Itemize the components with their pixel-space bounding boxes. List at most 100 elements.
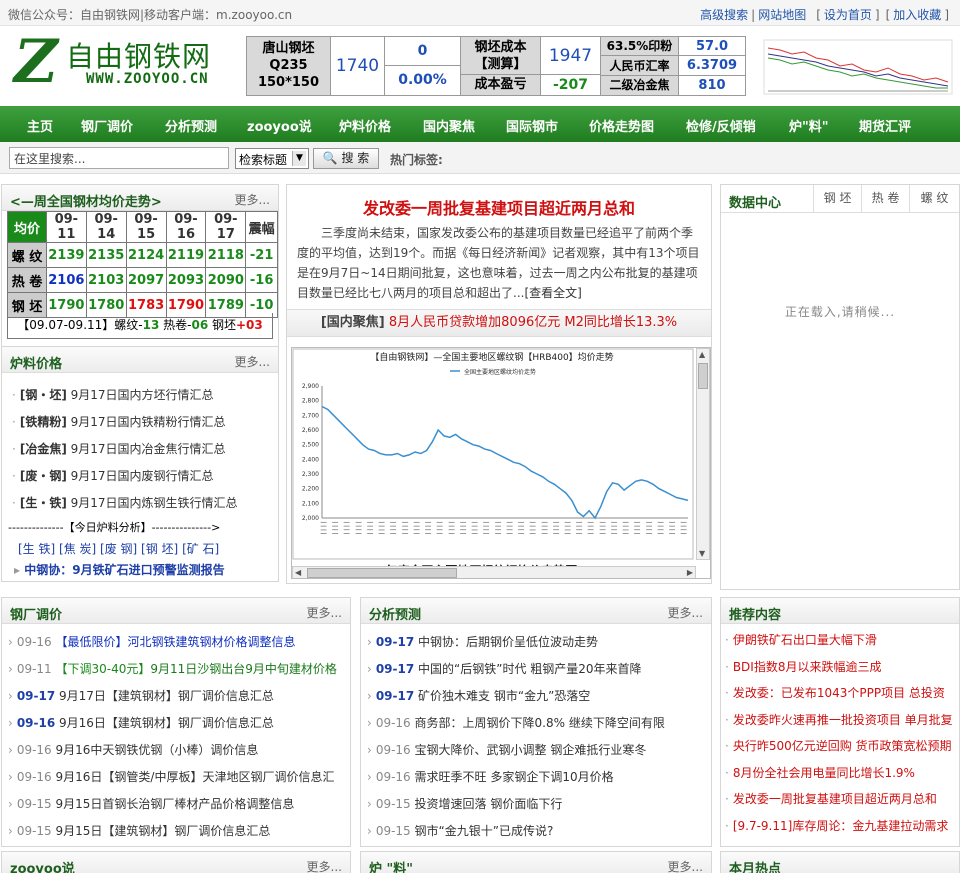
nav-futures[interactable]: 期货汇评 bbox=[859, 116, 911, 135]
list-item[interactable]: › 09-17 中钢协：后期钢价呈低位波动走势 bbox=[367, 633, 598, 650]
item-date: 09-15 bbox=[16, 824, 52, 838]
list-item[interactable]: · [废・钢] 9月17日国内废钢行情汇总 bbox=[12, 467, 214, 484]
item-date: 09-17 bbox=[375, 689, 415, 703]
item-text: 中国的“后钢铁”时代 粗钢产量20年来首降 bbox=[418, 662, 642, 676]
avg-price-title: <—周全国钢材均价走势> bbox=[10, 195, 162, 210]
add-favorite-link[interactable]: 加入收藏 bbox=[893, 8, 941, 22]
item-date: 09-17 bbox=[375, 662, 415, 676]
cat-coke[interactable]: [焦 炭] bbox=[59, 542, 96, 556]
list-item[interactable]: › 09-16 需求旺季不旺 多家钢企下调10月价格 bbox=[367, 768, 614, 785]
list-item[interactable]: › 09-17 9月17日【建筑钢材】钢厂调价信息汇总 bbox=[8, 687, 346, 704]
list-item[interactable]: › 09-15 9月15日首钢长治钢厂棒材产品价格调整信息 bbox=[8, 795, 346, 812]
list-item[interactable]: › 09-16 9月16中天钢铁优钢（小棒）调价信息 bbox=[8, 741, 346, 758]
avg-price-more-link[interactable]: 更多... bbox=[235, 191, 270, 208]
list-item[interactable]: › 09-16 商务部：上周钢价下降0.8% 继续下降空间有限 bbox=[367, 714, 665, 731]
x-tick-mark: ▏▏▏▏ bbox=[448, 522, 455, 537]
logo-cn-text: 自由钢铁网 bbox=[66, 40, 212, 73]
cat-scrap[interactable]: [废 钢] bbox=[100, 542, 137, 556]
search-input[interactable] bbox=[9, 147, 229, 169]
scroll-down-icon[interactable]: ▼ bbox=[699, 549, 705, 558]
list-item[interactable]: · [铁精粉] 9月17日国内铁精粉行情汇总 bbox=[12, 413, 226, 430]
nav-forecast[interactable]: 分析预测 bbox=[165, 116, 217, 135]
cat-billet[interactable]: [钢 坯] bbox=[141, 542, 178, 556]
y-tick-label: 2,000 bbox=[302, 515, 319, 522]
list-item[interactable]: · 发改委：已发布1043个PPP项目 总投资 bbox=[725, 684, 945, 701]
item-date: 09-16 bbox=[16, 716, 56, 730]
table-header-cell: 09-11 bbox=[45, 211, 87, 243]
list-item[interactable]: · 央行昨500亿元逆回购 货币政策宽松预期 bbox=[725, 737, 952, 754]
scroll-left-icon[interactable]: ◀ bbox=[295, 568, 301, 577]
recommend-title: 推荐内容 bbox=[729, 608, 782, 623]
ore-report-link[interactable]: ▸ 中钢协：9月铁矿石进口预警监测报告 bbox=[14, 561, 225, 578]
search-button[interactable]: 🔍 搜 索 bbox=[313, 148, 379, 169]
furnace-more-link[interactable]: 更多... bbox=[235, 353, 270, 370]
mill-more-link[interactable]: 更多... bbox=[307, 604, 342, 621]
set-homepage-link[interactable]: 设为首页 bbox=[824, 8, 872, 22]
scroll-thumb-h[interactable] bbox=[307, 568, 457, 578]
tab-rebar[interactable]: 螺 纹 bbox=[909, 185, 959, 212]
scroll-thumb[interactable] bbox=[698, 363, 708, 389]
cat-pig-iron[interactable]: [生 铁] bbox=[18, 542, 55, 556]
list-item[interactable]: · 8月份全社会用电量同比增长1.9% bbox=[725, 764, 915, 781]
list-item[interactable]: · [钢・坯] 9月17日国内方坯行情汇总 bbox=[12, 386, 214, 403]
list-item[interactable]: · 伊朗铁矿石出口量大幅下滑 bbox=[725, 631, 877, 648]
chart-vertical-scrollbar[interactable]: ▲ ▼ bbox=[696, 348, 710, 560]
list-item[interactable]: › 09-16 宝钢大降价、武钢小调整 钢企难抵行业寒冬 bbox=[367, 741, 646, 758]
scroll-right-icon[interactable]: ▶ bbox=[687, 568, 693, 577]
nav-furnace-material[interactable]: 炉"料" bbox=[789, 116, 829, 135]
search-scope-select[interactable]: 检索标题 ▼ bbox=[235, 148, 309, 169]
cost-label: 钢坯成本 【测算】 bbox=[461, 37, 541, 75]
list-item[interactable]: · 发改委一周批复基建项目超近两月总和 bbox=[725, 790, 937, 807]
read-more-link[interactable]: [查看全文] bbox=[524, 286, 581, 300]
item-text: 9月16日【建筑钢材】钢厂调价信息汇总 bbox=[59, 716, 274, 730]
cat-ore[interactable]: [矿 石] bbox=[182, 542, 219, 556]
nav-furnace[interactable]: 炉料价格 bbox=[339, 116, 391, 135]
list-item[interactable]: · [9.7-9.11]库存周论：金九基建拉动需求 bbox=[725, 817, 948, 834]
zooyoo-more-link[interactable]: 更多... bbox=[307, 858, 342, 873]
bullet-icon: · bbox=[725, 633, 729, 647]
item-date: 09-16 bbox=[375, 716, 411, 730]
list-item[interactable]: › 09-17 矿价独木难支 钢市“金九”恐落空 bbox=[367, 687, 590, 704]
forecast-more-link[interactable]: 更多... bbox=[668, 604, 703, 621]
list-item[interactable]: › 09-16 9月16日【钢管类/中厚板】天津地区钢厂调价信息汇 bbox=[8, 768, 346, 785]
list-item[interactable]: › 09-17 中国的“后钢铁”时代 粗钢产量20年来首降 bbox=[367, 660, 642, 677]
list-item[interactable]: · BDI指数8月以来跌幅逾三成 bbox=[725, 658, 881, 675]
list-item[interactable]: › 09-11 【下调30-40元】9月11日沙钢出台9月中旬建材价格 bbox=[8, 660, 346, 677]
furnace-material-more-link[interactable]: 更多... bbox=[668, 858, 703, 873]
list-item[interactable]: · [生・铁] 9月17日国内炼钢生铁行情汇总 bbox=[12, 494, 238, 511]
price-panel[interactable]: 唐山钢坯 Q235 150*150 1740 0 0.00% 钢坯成本 【测算】… bbox=[246, 36, 746, 96]
tab-hot-coil[interactable]: 热 卷 bbox=[861, 185, 909, 212]
x-tick-mark: ▏▏▏▏ bbox=[390, 522, 397, 537]
list-item[interactable]: › 09-15 9月15日【建筑钢材】钢厂调价信息汇总 bbox=[8, 822, 346, 839]
advanced-search-link[interactable]: 高级搜索 bbox=[700, 8, 748, 22]
scroll-up-icon[interactable]: ▲ bbox=[699, 350, 705, 359]
logo-mark: Z bbox=[14, 27, 58, 97]
bullet-icon: · bbox=[725, 686, 729, 700]
nav-domestic[interactable]: 国内聚焦 bbox=[423, 116, 475, 135]
item-text: 8月份全社会用电量同比增长1.9% bbox=[732, 765, 915, 780]
x-tick-mark: ▏▏▏▏ bbox=[680, 522, 687, 537]
table-cell: 2118 bbox=[205, 242, 247, 268]
nav-mill-adjust[interactable]: 钢厂调价 bbox=[81, 116, 133, 135]
list-item[interactable]: › 09-15 投资增速回落 钢价面临下行 bbox=[367, 795, 562, 812]
bullet-icon: › bbox=[8, 770, 13, 784]
nav-price-chart[interactable]: 价格走势图 bbox=[589, 116, 654, 135]
mini-trend-chart[interactable] bbox=[760, 36, 956, 96]
sitemap-link[interactable]: 网站地图 bbox=[758, 8, 806, 22]
tab-billet[interactable]: 钢 坯 bbox=[813, 185, 861, 212]
list-item[interactable]: › 09-16 【最低限价】河北钢铁建筑钢材价格调整信息 bbox=[8, 633, 346, 650]
chart-horizontal-scrollbar[interactable]: ◀ ▶ bbox=[292, 566, 696, 578]
sub-headline[interactable]: [国内聚焦] 8月人民币贷款增加8096亿元 M2同比增长13.3% bbox=[287, 309, 711, 337]
y-tick-label: 2,400 bbox=[302, 456, 319, 463]
headline-title[interactable]: 发改委一周批复基建项目超近两月总和 bbox=[287, 195, 711, 219]
nav-international[interactable]: 国际钢市 bbox=[506, 116, 558, 135]
list-item[interactable]: · 发改委昨火速再推一批投资项目 单月批复 bbox=[725, 711, 953, 728]
nav-zooyoo[interactable]: zooyoo说 bbox=[247, 116, 312, 135]
item-text: 发改委：已发布1043个PPP项目 总投资 bbox=[732, 686, 945, 700]
site-logo[interactable]: Z 自由钢铁网 WWW.ZOOYOO.CN bbox=[12, 27, 232, 97]
list-item[interactable]: › 09-16 9月16日【建筑钢材】钢厂调价信息汇总 bbox=[8, 714, 346, 731]
nav-maintenance[interactable]: 检修/反倾销 bbox=[686, 116, 756, 135]
list-item[interactable]: · [冶金焦] 9月17日国内冶金焦行情汇总 bbox=[12, 440, 226, 457]
list-item[interactable]: › 09-15 钢市“金九银十”已成传说? bbox=[367, 822, 553, 839]
nav-home[interactable]: 主页 bbox=[27, 116, 53, 135]
